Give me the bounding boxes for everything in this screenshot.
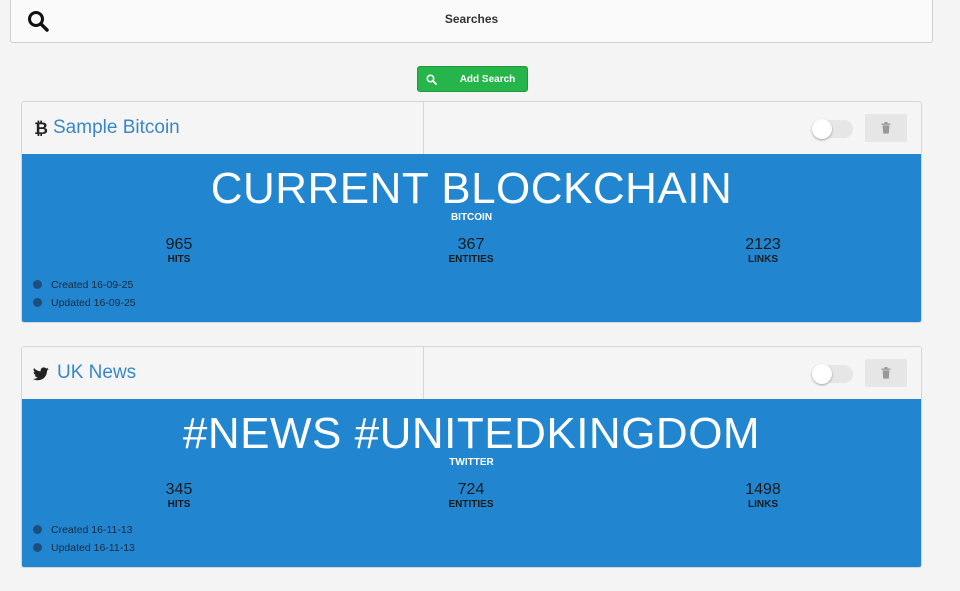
search-name-link[interactable]: UK News — [57, 362, 136, 384]
stat-label: LINKS — [748, 499, 778, 510]
stat-links: 1498 LINKS — [703, 481, 823, 510]
stat-label: HITS — [167, 499, 191, 510]
delete-search-button[interactable] — [865, 114, 907, 142]
search-source: BITCOIN — [450, 212, 493, 223]
card-header: UK News — [22, 347, 921, 399]
search-source: TWITTER — [449, 457, 494, 468]
stat-label: ENTITIES — [448, 254, 494, 265]
header-bar: Searches — [10, 0, 933, 43]
add-search-label: Add Search — [459, 74, 516, 85]
bullet-icon — [33, 279, 42, 289]
stat-value: 367 — [457, 236, 485, 253]
search-query: #NEWS #UNITEDKINGDOM — [182, 409, 761, 458]
search-card: UK News #NEWS #UNITEDKINGDOM TWITTER 345… — [21, 346, 922, 568]
add-search-button[interactable]: Add Search — [417, 66, 528, 92]
stat-value: 965 — [165, 236, 193, 253]
toggle-knob — [812, 364, 832, 384]
card-body: CURRENT BLOCKCHAIN BITCOIN 965 HITS 367 … — [22, 154, 921, 322]
stat-label: ENTITIES — [448, 499, 494, 510]
page-title: Searches — [444, 12, 499, 26]
stat-entities: 724 ENTITIES — [411, 481, 531, 510]
svg-text:₿: ₿ — [34, 119, 48, 137]
search-name-link[interactable]: Sample Bitcoin — [53, 117, 180, 139]
search-enabled-toggle[interactable] — [812, 364, 853, 384]
bullet-icon — [33, 542, 42, 552]
stat-label: HITS — [167, 254, 191, 265]
stat-value: 1498 — [745, 481, 781, 498]
updated-text: Updated 16-09-25 — [51, 297, 136, 309]
stat-value: 345 — [165, 481, 193, 498]
created-date: Created 16-11-13 — [33, 524, 133, 536]
updated-date: Updated 16-11-13 — [33, 542, 135, 554]
stat-label: LINKS — [748, 254, 778, 265]
stat-entities: 367 ENTITIES — [411, 236, 531, 265]
header-divider — [423, 102, 424, 154]
updated-date: Updated 16-09-25 — [33, 297, 136, 309]
trash-icon — [881, 122, 891, 134]
twitter-icon — [33, 367, 49, 381]
header-divider — [423, 347, 424, 399]
bullet-icon — [33, 524, 42, 534]
toggle-knob — [812, 119, 832, 139]
trash-icon — [881, 367, 891, 379]
stat-links: 2123 LINKS — [703, 236, 823, 265]
card-body: #NEWS #UNITEDKINGDOM TWITTER 345 HITS 72… — [22, 399, 921, 567]
created-date: Created 16-09-25 — [33, 279, 133, 291]
bullet-icon — [33, 297, 42, 307]
created-text: Created 16-09-25 — [51, 279, 134, 291]
stat-hits: 965 HITS — [119, 236, 239, 265]
delete-search-button[interactable] — [865, 359, 907, 387]
stat-value: 2123 — [745, 236, 781, 253]
search-query: CURRENT BLOCKCHAIN — [210, 164, 733, 213]
search-card: ₿ Sample Bitcoin CURRENT BLOCKCHAIN BITC… — [21, 101, 922, 323]
search-icon — [426, 74, 437, 85]
created-text: Created 16-11-13 — [51, 524, 133, 536]
search-enabled-toggle[interactable] — [812, 119, 853, 139]
bitcoin-icon: ₿ — [34, 119, 48, 137]
updated-text: Updated 16-11-13 — [51, 542, 135, 554]
card-header: ₿ Sample Bitcoin — [22, 102, 921, 154]
stat-hits: 345 HITS — [119, 481, 239, 510]
stat-value: 724 — [457, 481, 485, 498]
